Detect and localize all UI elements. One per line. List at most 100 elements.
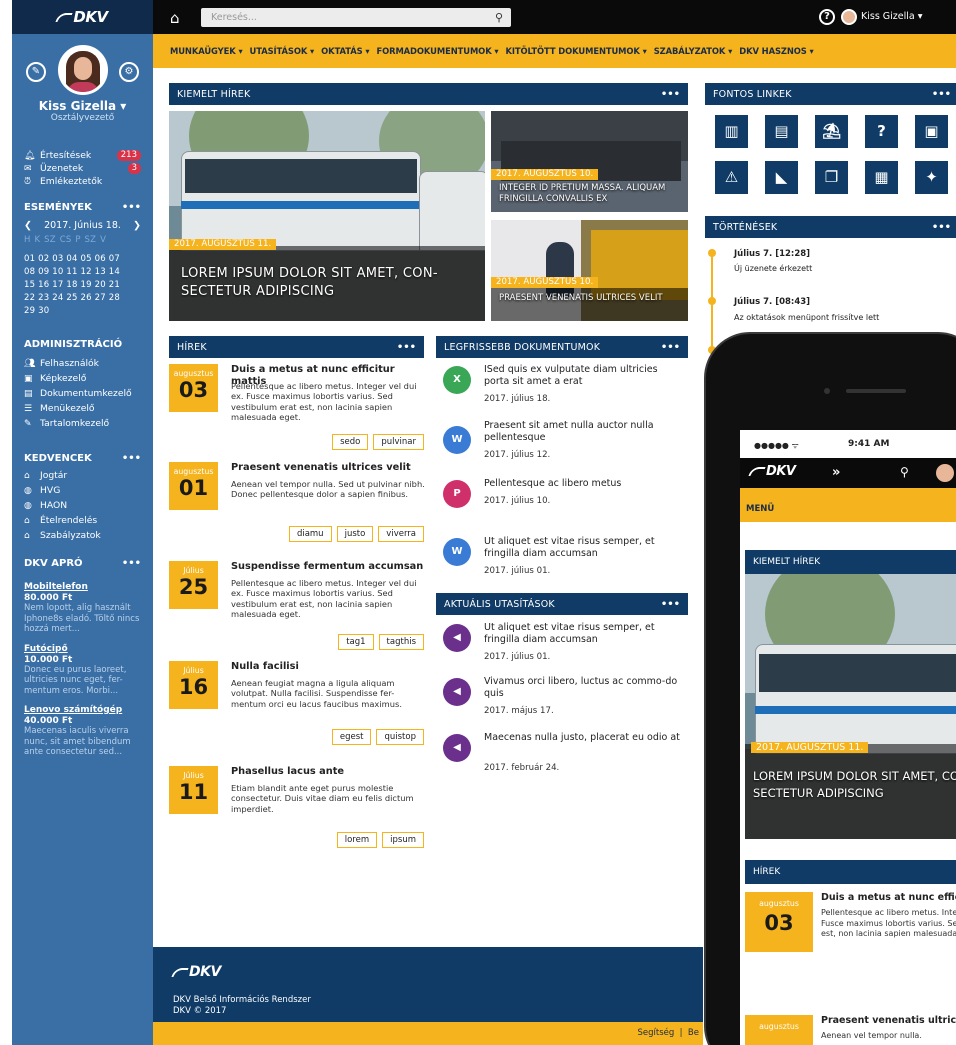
question-icon[interactable]: ? [865,115,898,148]
user-avatar[interactable] [841,9,857,25]
news-item[interactable]: augusztus 03 Duis a metus at nunc efficit… [169,364,424,459]
menu-formadokumentumok[interactable]: FORMADOKUMENTUMOK ▾ [376,46,498,56]
chevron-right-icon[interactable]: ❯ [133,220,141,231]
phone-featured-main[interactable]: 2017. AUGUSZTUS 11. LOREM IPSUM DOLOR SI… [745,574,956,839]
menu-szabalyzatok[interactable]: SZABÁLYZATOK ▾ [654,46,733,56]
favorite-hvg[interactable]: ◍ HVG [12,483,153,498]
footer-logo[interactable]: DKV [171,964,221,980]
news-title[interactable]: Praesent venenatis ultrices velit [821,1015,956,1026]
news-title[interactable]: Suspendisse fermentum accumsan [231,561,427,573]
calendar-week[interactable]: 08 09 10 11 12 13 14 [24,266,141,279]
tag[interactable]: tagthis [378,634,424,650]
calendar-week[interactable]: 22 23 24 25 26 27 28 [24,292,141,305]
profile-name[interactable]: Kiss Gizella ▾ [12,99,153,113]
document-item[interactable]: P Pellentesque ac libero metus 2017. júl… [443,478,688,528]
more-icon[interactable]: ••• [122,558,141,569]
featured-main[interactable]: 2017. AUGUSZTUS 11. LOREM IPSUM DOLOR SI… [169,111,485,321]
admin-menu[interactable]: ☰ Menükezelő [12,401,153,416]
tag[interactable]: diamu [288,526,332,542]
warning-icon[interactable]: ⚠︎ [715,161,748,194]
more-icon[interactable]: ••• [661,89,680,100]
history-text[interactable]: Új üzenete érkezett [734,264,812,273]
instruction-title[interactable]: Maecenas nulla justo, placerat eu odio a… [484,732,684,744]
double-chevron-icon[interactable]: » [832,465,840,480]
more-icon[interactable]: ••• [122,453,141,464]
featured-side-2[interactable]: 2017. AUGUSZTUS 10. PRAESENT VENENATIS U… [491,220,688,321]
news-title[interactable]: Nulla facilisi [231,661,427,673]
clipboard-icon[interactable]: ▦ [865,161,898,194]
megaphone-icon[interactable]: ◣ [765,161,798,194]
dkv-logo[interactable]: DKV [55,8,108,26]
favorite-jogtar[interactable]: ⌂ Jogtár [12,468,153,483]
beach-icon[interactable]: ⛱︎ [815,115,848,148]
featured-title[interactable]: INTEGER ID PRETIUM MASSA. ALIQUAM FRINGI… [499,183,685,205]
gear-icon[interactable]: ⚙ [119,62,139,82]
avatar[interactable] [57,45,108,95]
featured-title[interactable]: LOREM IPSUM DOLOR SIT AMET, CON-SECTETUR… [753,768,956,802]
tag[interactable]: quistop [376,729,424,745]
menu-dkv-hasznos[interactable]: DKV HASZNOS ▾ [739,46,814,56]
chevron-left-icon[interactable]: ❮ [24,220,32,231]
menu-kitoltott[interactable]: KITÖLTÖTT DOKUMENTUMOK ▾ [506,46,647,56]
edit-icon[interactable]: ✎ [26,62,46,82]
featured-side-1[interactable]: 2017. AUGUSZTUS 10. INTEGER ID PRETIUM M… [491,111,688,212]
more-icon[interactable]: ••• [122,202,141,213]
tag[interactable]: sedo [332,434,369,450]
document-title[interactable]: Pellentesque ac libero metus [484,478,684,490]
tag[interactable]: ipsum [382,832,424,848]
document-item[interactable]: W Praesent sit amet nulla auctor nulla p… [443,420,688,470]
featured-title[interactable]: LOREM IPSUM DOLOR SIT AMET, CON- SECTETU… [181,265,479,301]
apro-item[interactable]: Lenovo számítógép 40.000 Ft Maecenas iacul… [12,705,153,758]
calendar-week[interactable]: 29 30 [24,305,141,318]
tag[interactable]: viverra [378,526,424,542]
favorite-food[interactable]: ⌂ Ételrendelés [12,513,153,528]
news-item[interactable]: Július 16 Nulla facilisi Aenean feugiat m… [169,661,424,756]
history-text[interactable]: Az oktatások menüpont frissítve lett [734,313,879,322]
home-icon[interactable]: ⌂ [170,9,180,27]
instruction-item[interactable]: ◀ Ut aliquet est vitae risus semper, et … [443,622,688,672]
instruction-item[interactable]: ◀ Vivamus orci libero, luctus ac commo-d… [443,676,688,726]
messages-item[interactable]: ✉ Üzenetek 3 [12,162,153,175]
presentation-icon[interactable]: ▣ [915,115,948,148]
phone-menu[interactable]: MENÜ [740,488,956,522]
calendar-week[interactable]: 01 02 03 04 05 06 07 [24,253,141,266]
admin-users[interactable]: 👥︎ Felhasználók [12,356,153,371]
featured-title[interactable]: PRAESENT VENENATIS ULTRICES VELIT [499,293,685,304]
news-item[interactable]: Július 11 Phasellus lacus ante Etiam blan… [169,766,424,861]
more-icon[interactable]: ••• [661,342,680,353]
apro-title[interactable]: Futócipő [24,644,141,655]
more-icon[interactable]: ••• [932,222,951,233]
document-item[interactable]: X ISed quis ex vulputate diam ultricies … [443,364,688,414]
menu-utasitasok[interactable]: UTASÍTÁSOK ▾ [250,46,315,56]
help-icon[interactable]: ? [819,9,835,25]
document-title[interactable]: Ut aliquet est vitae risus semper, et fr… [484,536,684,560]
document-title[interactable]: Praesent sit amet nulla auctor nulla pel… [484,420,684,444]
calculator-icon[interactable]: ▥ [715,115,748,148]
favorite-haon[interactable]: ◍ HAON [12,498,153,513]
footer-links[interactable]: Segítség | Be [637,1028,699,1038]
calendar-star-icon[interactable]: ✦ [915,161,948,194]
search-icon[interactable]: ⚲ [900,465,909,479]
news-title[interactable]: Phasellus lacus ante [231,766,427,778]
more-icon[interactable]: ••• [661,599,680,610]
more-icon[interactable]: ••• [932,89,951,100]
search-input[interactable]: Keresés... ⚲ [201,8,511,27]
favorite-rules[interactable]: ⌂ Szabályzatok [12,528,153,543]
instruction-title[interactable]: Vivamus orci libero, luctus ac commo-do … [484,676,684,700]
book-icon[interactable]: ❐ [815,161,848,194]
apro-item[interactable]: Mobiltelefon 80.000 Ft Nem lopott, alig ha… [12,582,153,635]
search-icon[interactable]: ⚲ [495,8,503,27]
news-item[interactable]: Július 25 Suspendisse fermentum accumsan … [169,561,424,656]
admin-images[interactable]: ▣ Képkezelő [12,371,153,386]
tag[interactable]: lorem [336,832,378,848]
menu-oktatas[interactable]: OKTATÁS ▾ [321,46,369,56]
news-title[interactable]: Duis a metus at nunc efficitur mattis [821,892,956,903]
news-icon[interactable]: ▤ [765,115,798,148]
instruction-item[interactable]: ◀ Maecenas nulla justo, placerat eu odio… [443,732,688,782]
phone-news-item[interactable]: augusztus 03 Duis a metus at nunc efficit… [745,892,956,972]
tag[interactable]: pulvinar [373,434,424,450]
calendar-week[interactable]: 15 16 17 18 19 20 21 [24,279,141,292]
news-title[interactable]: Praesent venenatis ultrices velit [231,462,427,474]
admin-content[interactable]: ✎ Tartalomkezelő [12,416,153,431]
tag[interactable]: egest [331,729,372,745]
